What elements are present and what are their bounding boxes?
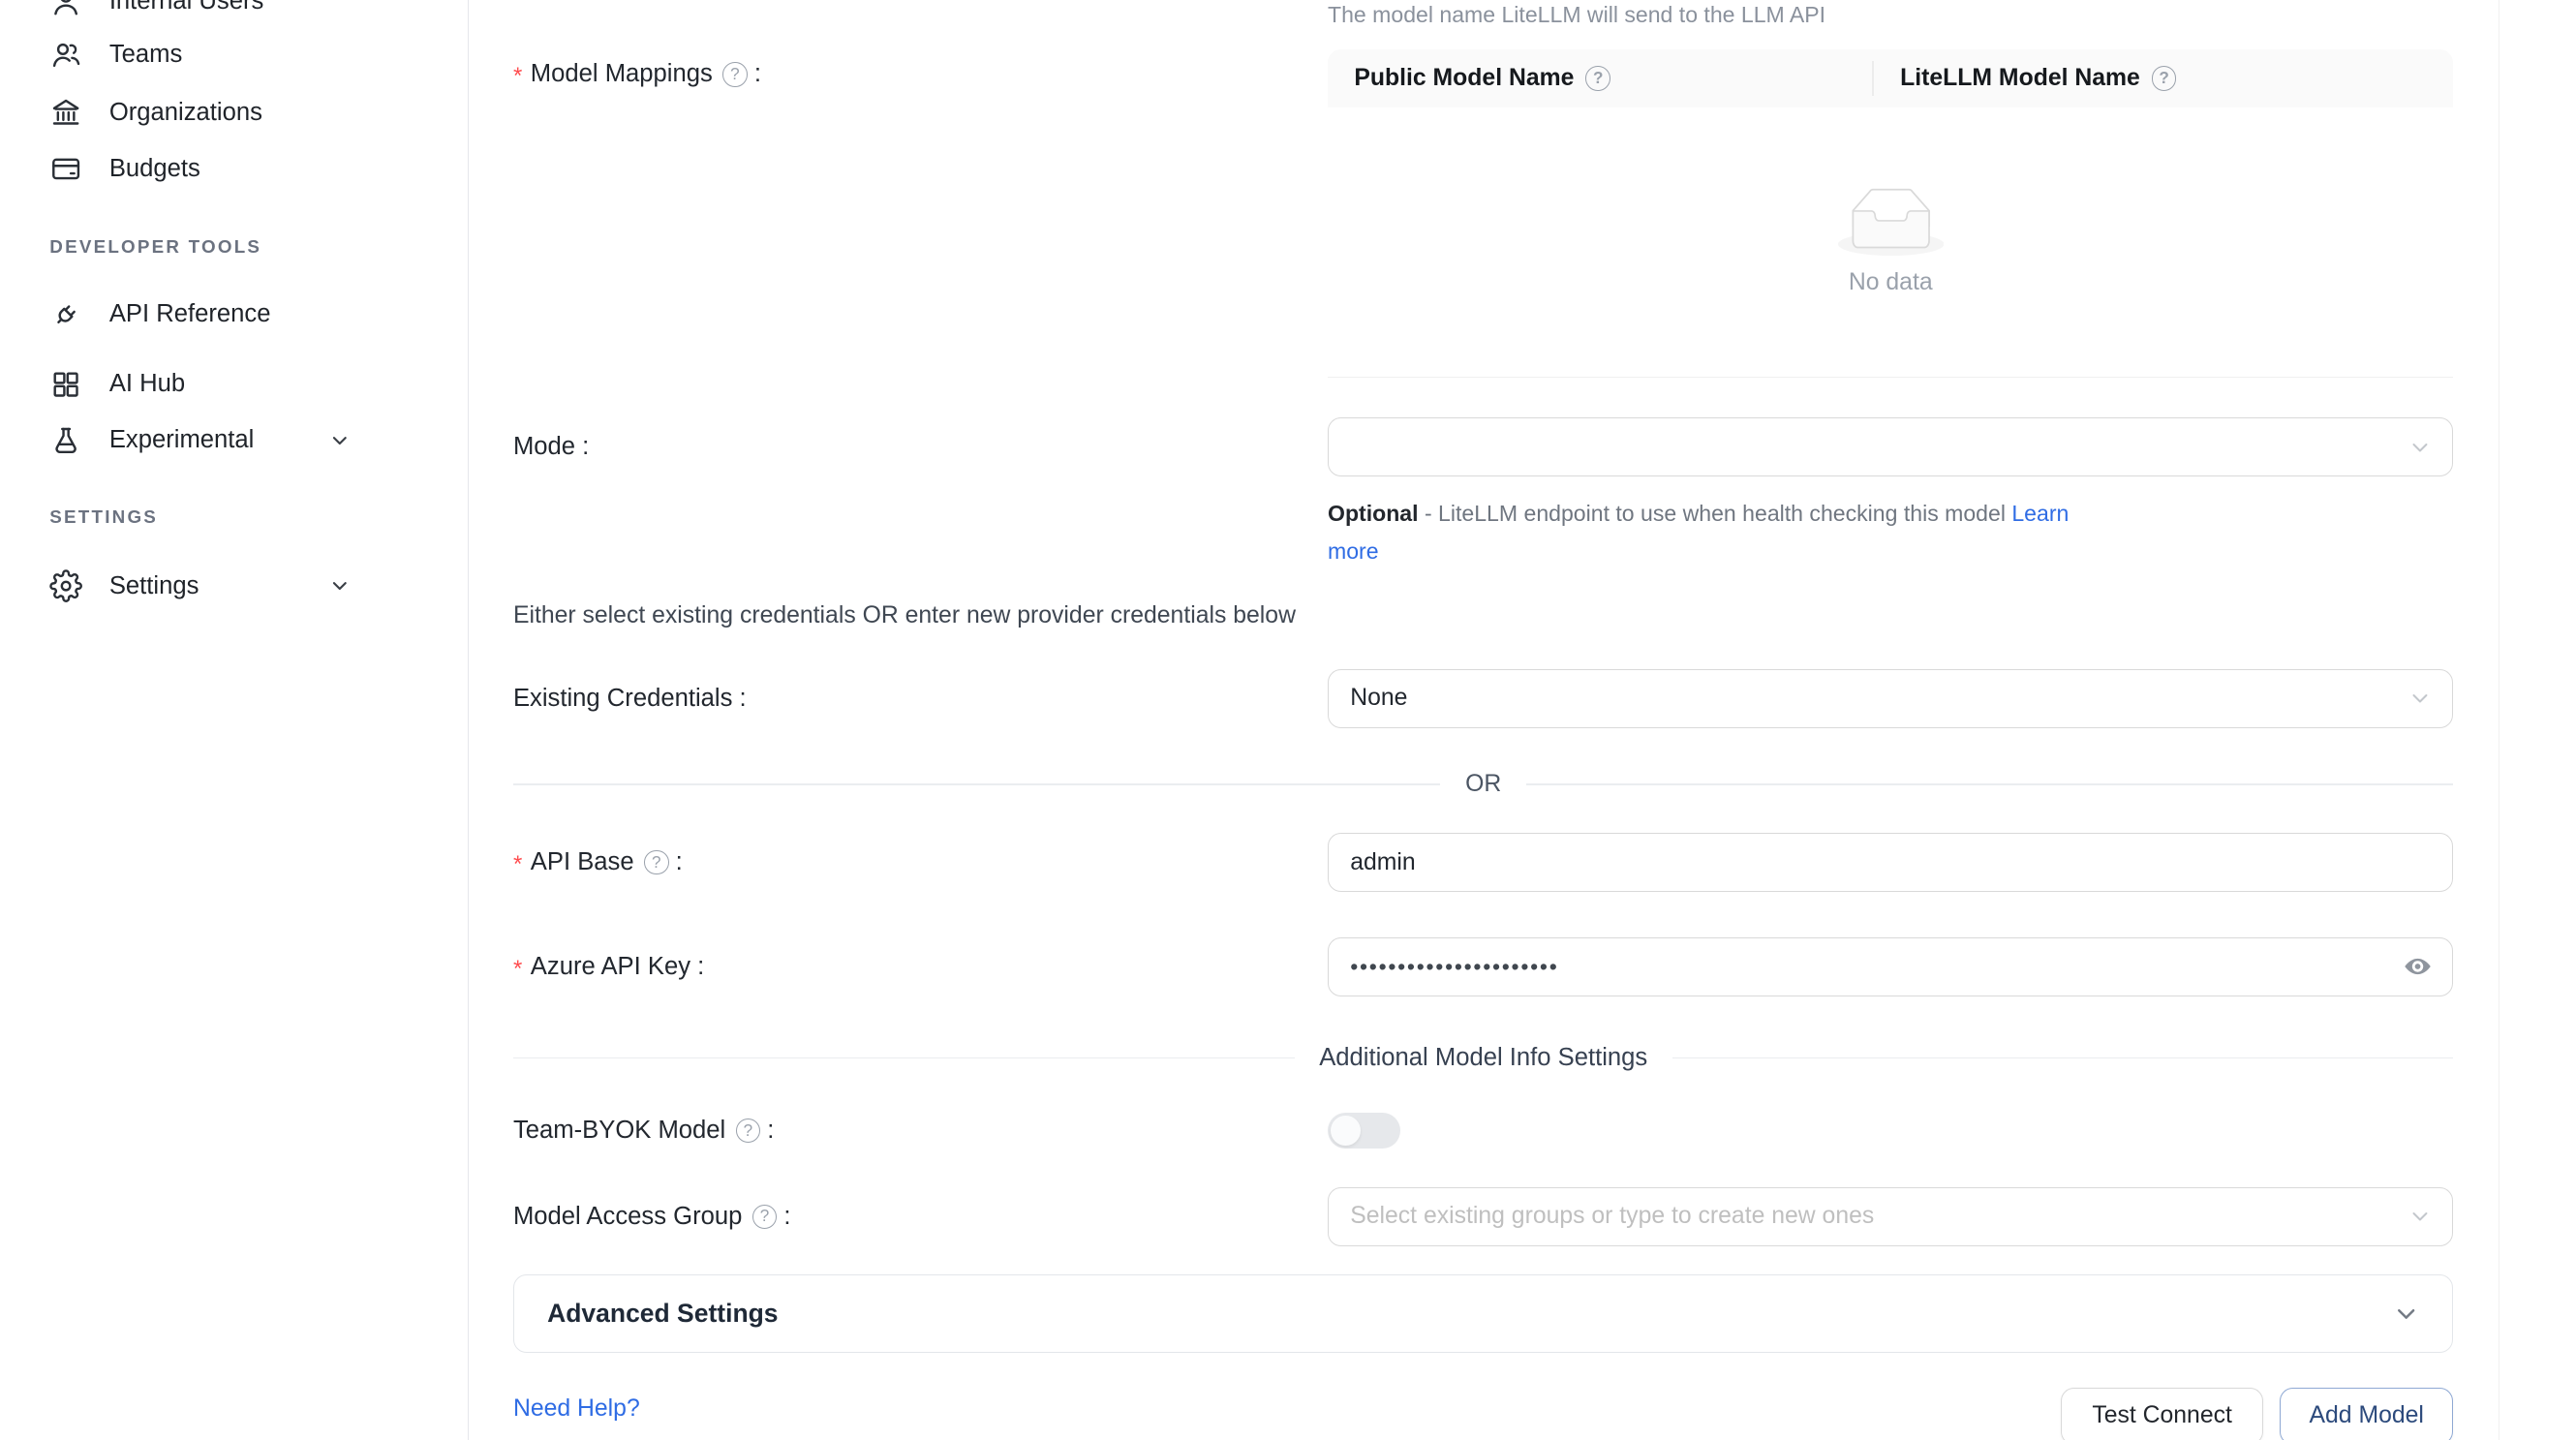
- sidebar-item-label: Experimental: [109, 426, 255, 454]
- azure-api-key-field: [1328, 937, 2453, 997]
- sidebar-section-settings: SETTINGS: [49, 506, 158, 533]
- toggle-knob: [1331, 1116, 1361, 1146]
- bank-icon: [49, 96, 82, 129]
- add-model-form: The model name LiteLLM will send to the …: [464, 0, 2576, 1440]
- additional-settings-divider: Additional Model Info Settings: [513, 1040, 2454, 1077]
- content-right-border: [2499, 0, 2500, 1440]
- sidebar-item-label: Organizations: [109, 99, 262, 127]
- help-icon[interactable]: [752, 1205, 778, 1230]
- help-icon[interactable]: [722, 62, 748, 87]
- help-icon[interactable]: [644, 850, 669, 875]
- credentials-note: Either select existing credentials OR en…: [513, 602, 1296, 629]
- users-icon: [49, 38, 82, 71]
- sidebar-item-label: Internal Users: [109, 0, 264, 15]
- mode-label: Mode: [513, 429, 589, 466]
- api-base-field: [1328, 833, 2453, 893]
- sidebar-item-ai-hub[interactable]: AI Hub: [49, 354, 445, 414]
- model-access-group-label: Model Access Group: [513, 1199, 791, 1236]
- sidebar-item-organizations[interactable]: Organizations: [49, 82, 445, 142]
- existing-credentials-select[interactable]: [1328, 669, 2453, 729]
- sidebar-item-budgets[interactable]: Budgets: [49, 139, 445, 199]
- help-icon[interactable]: [2152, 66, 2177, 91]
- azure-api-key-input[interactable]: [1328, 937, 2453, 997]
- user-icon: [49, 0, 82, 18]
- mode-select[interactable]: [1328, 417, 2453, 477]
- litellm-add-model-page: Internal Users Teams Organizations Budge…: [0, 0, 2576, 1440]
- flask-icon: [49, 424, 82, 457]
- table-header-row: Public Model Name LiteLLM Model Name: [1328, 49, 2453, 107]
- chevron-down-icon: [327, 573, 353, 598]
- sidebar-section-developer-tools: DEVELOPER TOOLS: [49, 236, 261, 262]
- chevron-down-icon: [327, 428, 353, 453]
- need-help-link[interactable]: Need Help?: [513, 1395, 640, 1423]
- sidebar-item-experimental[interactable]: Experimental: [49, 411, 445, 471]
- column-header-public-model-name: Public Model Name: [1328, 49, 1874, 107]
- sidebar-item-label: Teams: [109, 41, 182, 69]
- sidebar-item-label: Budgets: [109, 155, 200, 183]
- team-byok-toggle[interactable]: [1328, 1113, 1400, 1149]
- advanced-settings-title: Advanced Settings: [547, 1299, 778, 1329]
- model-access-group-input[interactable]: [1328, 1187, 2453, 1247]
- model-name-hint: The model name LiteLLM will send to the …: [1328, 2, 1825, 28]
- mode-help-text: Optional - LiteLLM endpoint to use when …: [1328, 495, 2112, 571]
- credit-card-icon: [49, 152, 82, 185]
- chevron-down-icon: [2408, 1206, 2432, 1229]
- mode-select-input[interactable]: [1328, 417, 2453, 477]
- model-mappings-label: Model Mappings: [513, 56, 761, 93]
- chevron-down-icon: [2393, 1301, 2419, 1327]
- chevron-down-icon: [2408, 687, 2432, 710]
- plug-icon: [49, 298, 82, 331]
- chevron-down-icon: [2408, 436, 2432, 459]
- advanced-settings-panel[interactable]: Advanced Settings: [513, 1274, 2454, 1352]
- sidebar-item-teams[interactable]: Teams: [49, 25, 445, 85]
- existing-credentials-label: Existing Credentials: [513, 681, 747, 718]
- model-access-group-select[interactable]: [1328, 1187, 2453, 1247]
- help-icon[interactable]: [1585, 66, 1610, 91]
- gear-icon: [49, 569, 82, 602]
- sidebar-item-label: API Reference: [109, 300, 271, 328]
- sidebar-item-api-reference[interactable]: API Reference: [49, 285, 445, 345]
- sidebar-item-settings[interactable]: Settings: [49, 556, 445, 616]
- sidebar: Internal Users Teams Organizations Budge…: [0, 0, 469, 1440]
- test-connect-button[interactable]: Test Connect: [2061, 1388, 2263, 1440]
- team-byok-label: Team-BYOK Model: [513, 1113, 774, 1149]
- api-base-input[interactable]: [1328, 833, 2453, 893]
- help-icon[interactable]: [736, 1118, 761, 1144]
- add-model-button[interactable]: Add Model: [2280, 1388, 2453, 1440]
- table-empty-state: No data: [1328, 107, 2453, 378]
- eye-icon[interactable]: [2404, 953, 2432, 981]
- empty-box-icon: [1838, 188, 1944, 256]
- api-base-label: API Base: [513, 844, 683, 881]
- model-mappings-table: Public Model Name LiteLLM Model Name: [1328, 49, 2453, 377]
- existing-credentials-input[interactable]: [1328, 669, 2453, 729]
- no-data-text: No data: [1849, 269, 1933, 296]
- or-divider: OR: [513, 767, 2454, 804]
- sidebar-item-label: Settings: [109, 572, 199, 600]
- sidebar-item-label: AI Hub: [109, 370, 185, 398]
- grid-icon: [49, 368, 82, 401]
- azure-api-key-label: Azure API Key: [513, 949, 704, 986]
- column-header-litellm-model-name: LiteLLM Model Name: [1874, 49, 2203, 107]
